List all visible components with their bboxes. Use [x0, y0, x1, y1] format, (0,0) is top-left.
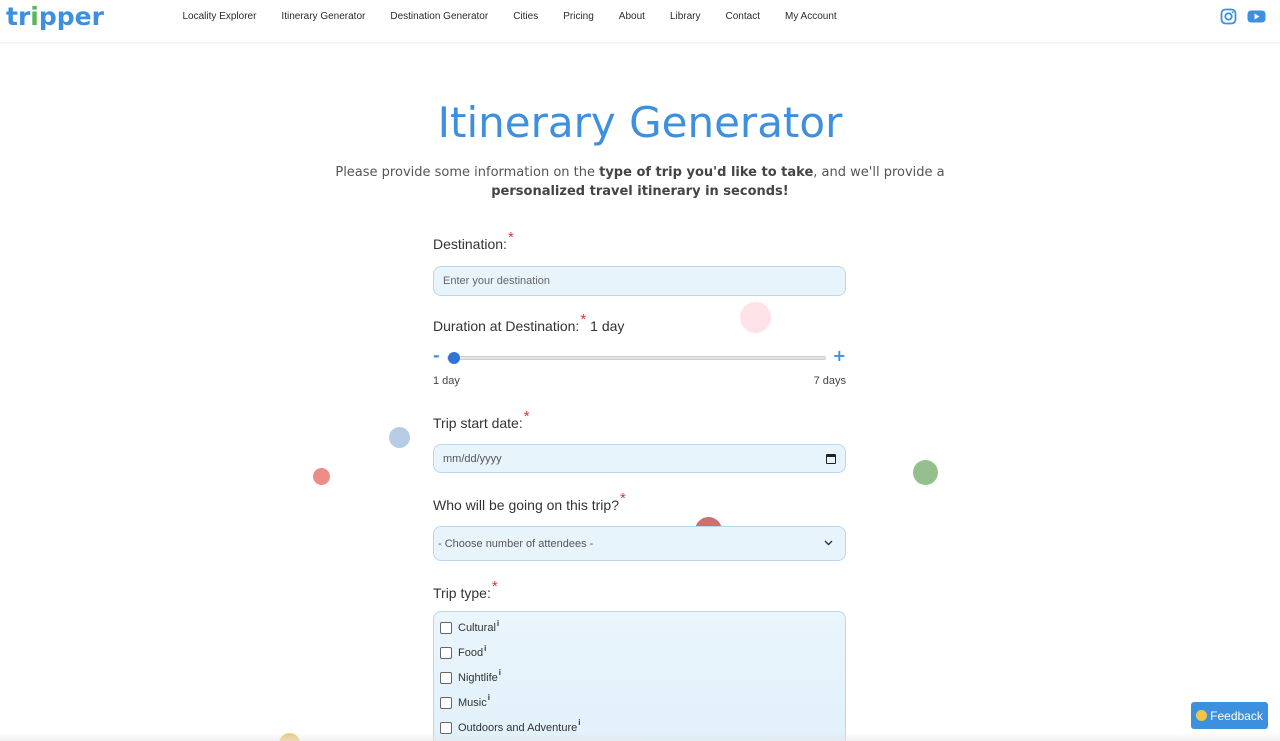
checkbox[interactable]: [440, 647, 452, 660]
nav-my-account[interactable]: My Account: [785, 11, 837, 22]
youtube-icon[interactable]: [1247, 8, 1266, 29]
duration-slider-thumb[interactable]: [448, 352, 460, 364]
info-icon[interactable]: i: [488, 693, 490, 702]
tripper-logo[interactable]: tripper: [6, 2, 104, 31]
duration-slider-row: - +: [433, 346, 846, 367]
decorative-bubble-pink: [740, 302, 771, 333]
instagram-icon[interactable]: [1220, 8, 1237, 29]
start-date-label: Trip start date:*: [433, 408, 530, 431]
info-icon[interactable]: i: [497, 619, 499, 628]
duration-min-label: 1 day: [433, 375, 460, 387]
attendees-selected-value: - Choose number of attendees -: [438, 537, 594, 550]
checkbox[interactable]: [440, 671, 452, 684]
required-asterisk: *: [620, 490, 626, 507]
required-asterisk: *: [507, 229, 514, 246]
start-date-input[interactable]: mm/dd/yyyy: [433, 444, 846, 473]
attendees-label: Who will be going on this trip?*: [433, 490, 626, 513]
decorative-bubble-red: [313, 468, 330, 485]
trip-type-option-music[interactable]: Music i: [440, 690, 839, 715]
nav-contact[interactable]: Contact: [726, 11, 760, 22]
trip-type-option-cultural[interactable]: Cultural i: [440, 616, 839, 641]
duration-increase-button[interactable]: +: [833, 346, 846, 365]
duration-slider-track[interactable]: [447, 356, 826, 360]
decorative-bubble-green: [913, 460, 938, 485]
social-links: [1220, 8, 1266, 29]
checkbox[interactable]: [440, 721, 452, 734]
chevron-down-icon: [824, 538, 833, 549]
required-asterisk: *: [491, 578, 498, 595]
required-asterisk: *: [580, 311, 587, 328]
destination-field: [433, 266, 846, 296]
nav-cities[interactable]: Cities: [513, 11, 538, 22]
calendar-icon[interactable]: [826, 453, 836, 464]
trip-type-option-nightlife[interactable]: Nightlife i: [440, 666, 839, 691]
trip-type-option-food[interactable]: Food i: [440, 641, 839, 666]
nav-pricing[interactable]: Pricing: [563, 11, 594, 22]
destination-input[interactable]: [443, 275, 836, 287]
nav-library[interactable]: Library: [670, 11, 701, 22]
header: tripper Locality Explorer Itinerary Gene…: [0, 0, 1280, 42]
info-icon[interactable]: i: [499, 668, 501, 677]
nav-itinerary-generator[interactable]: Itinerary Generator: [281, 11, 365, 22]
trip-type-options: Cultural i Food i Nightlife i Music i Outdoo…: [433, 611, 846, 741]
duration-label: Duration at Destination:* 1 day: [433, 311, 625, 334]
checkbox[interactable]: [440, 696, 452, 709]
bottom-fade: [0, 733, 1280, 741]
duration-max-label: 7 days: [813, 375, 846, 387]
trip-type-label: Trip type:*: [433, 578, 498, 601]
nav-about[interactable]: About: [619, 11, 645, 22]
feedback-button[interactable]: Feedback: [1191, 702, 1268, 729]
info-icon[interactable]: i: [484, 644, 486, 653]
attendees-select[interactable]: - Choose number of attendees -: [433, 526, 846, 561]
page-subtitle: Please provide some information on the t…: [335, 165, 945, 199]
nav-destination-generator[interactable]: Destination Generator: [390, 11, 488, 22]
decorative-bubble-blue: [389, 427, 410, 448]
destination-label: Destination:*: [433, 229, 514, 252]
nav-locality-explorer[interactable]: Locality Explorer: [183, 11, 257, 22]
checkbox[interactable]: [440, 622, 452, 635]
info-icon[interactable]: i: [578, 718, 580, 727]
page-title: Itinerary Generator: [437, 98, 843, 147]
smiley-icon: [1196, 710, 1208, 721]
required-asterisk: *: [523, 408, 530, 425]
duration-value: 1 day: [590, 318, 625, 334]
start-date-placeholder: mm/dd/yyyy: [443, 452, 502, 465]
main-nav: Locality Explorer Itinerary Generator De…: [170, 11, 849, 22]
duration-decrease-button[interactable]: -: [433, 346, 440, 365]
